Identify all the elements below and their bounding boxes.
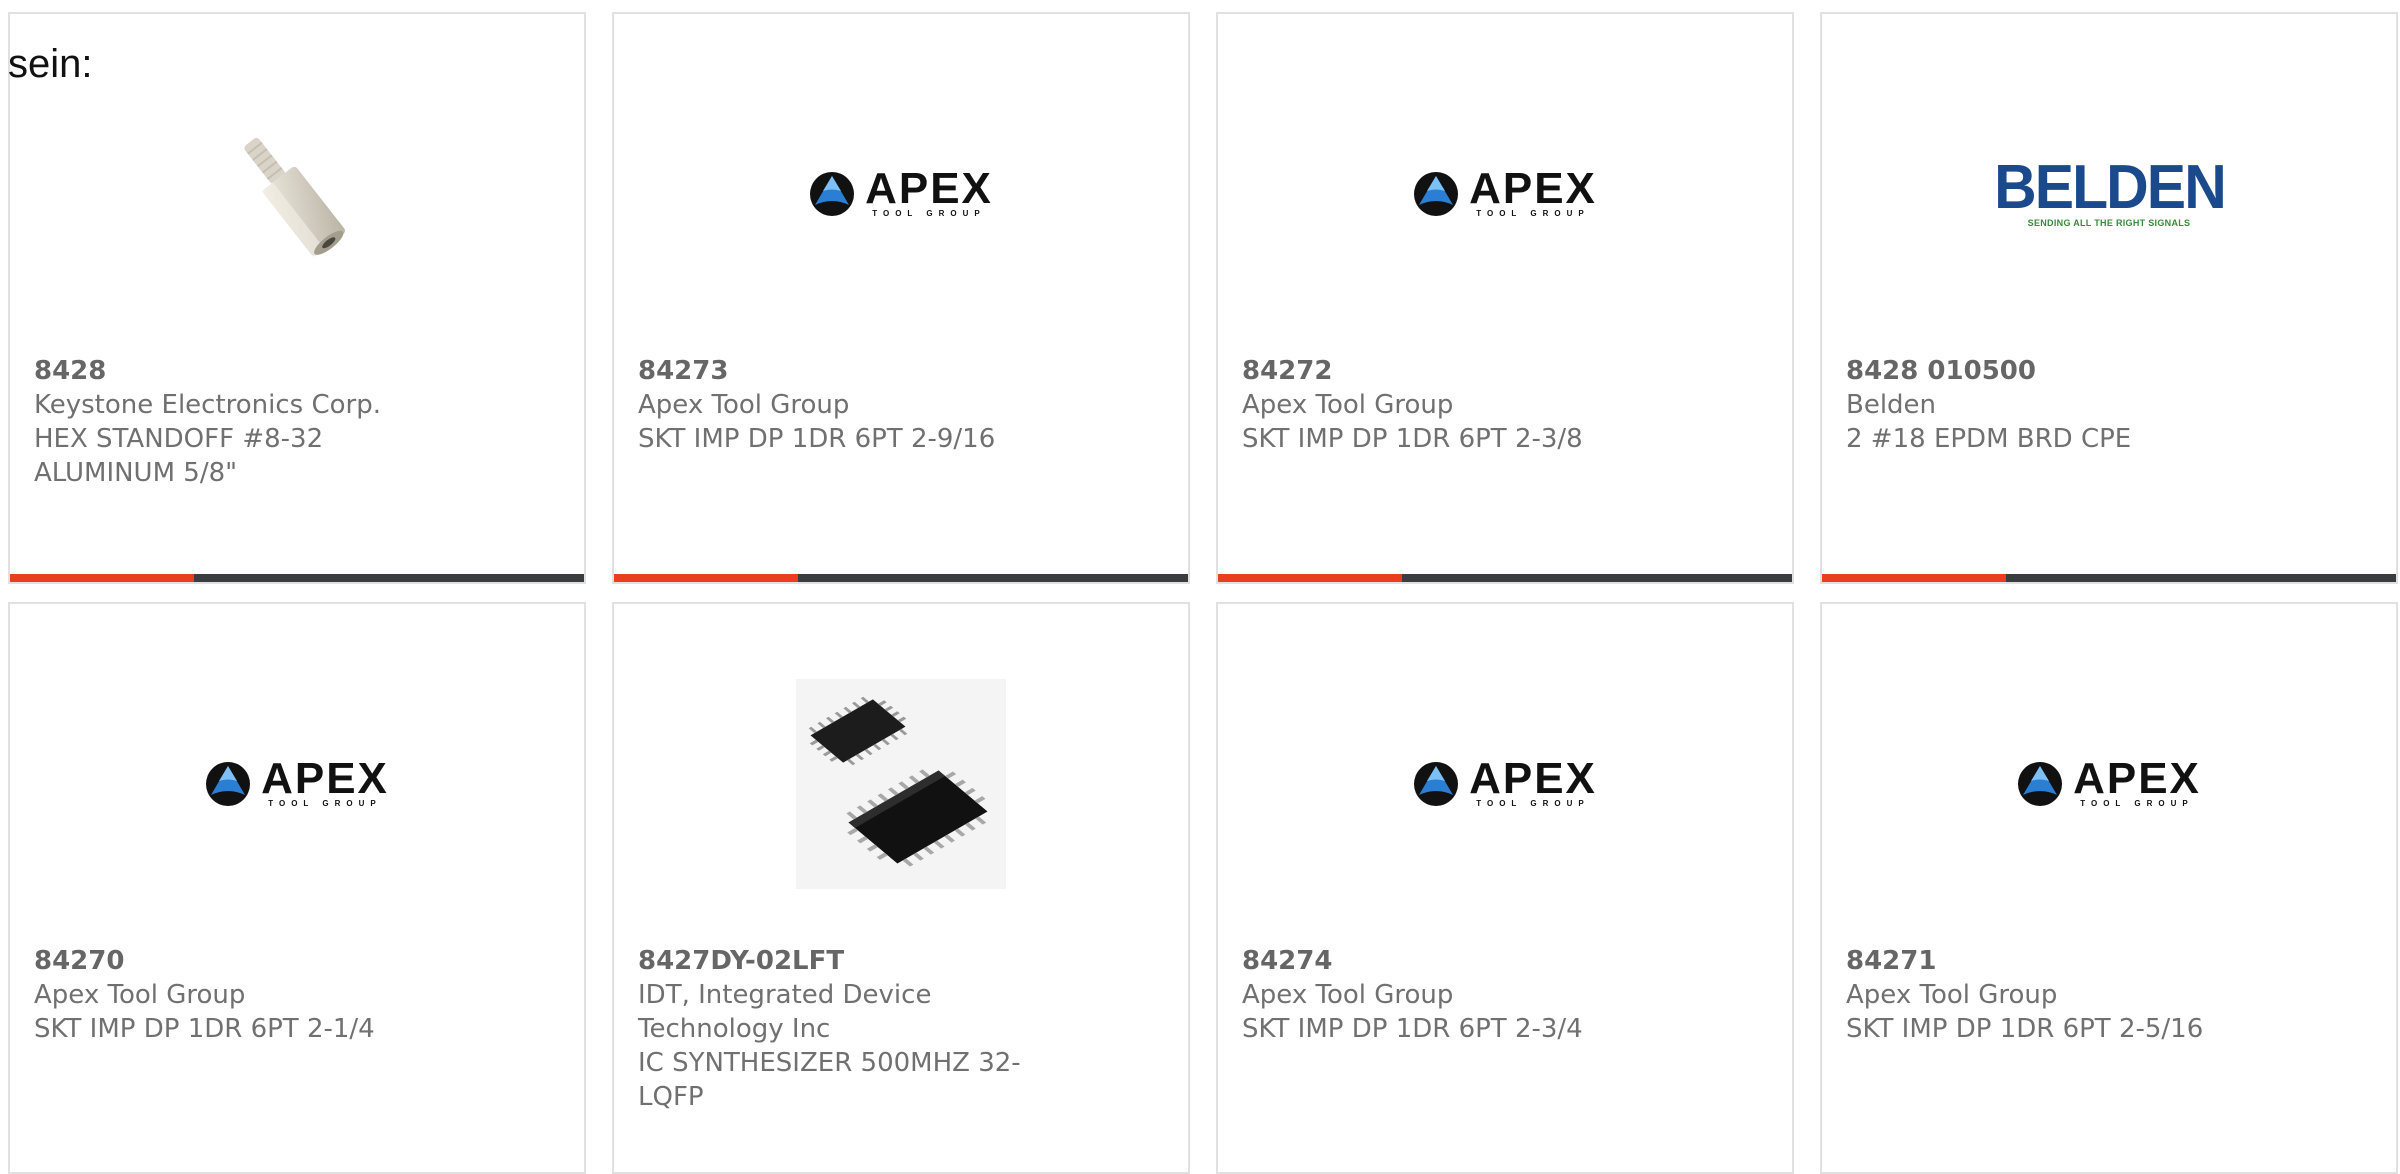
manufacturer: Apex Tool Group xyxy=(638,390,850,420)
product-info: 84270 Apex Tool Group SKT IMP DP 1DR 6PT… xyxy=(34,944,494,1046)
belden-logo: BELDEN SENDING ALL THE RIGHT SIGNALS xyxy=(1993,153,2227,229)
apex-tool-group-logo: APEX TOOL GROUP xyxy=(1413,167,1597,219)
manufacturer: Belden xyxy=(1846,390,1937,420)
apex-mark-icon xyxy=(1414,762,1459,806)
manufacturer: Keystone Electronics Corp. xyxy=(34,390,382,420)
product-image[interactable]: BELDEN SENDING ALL THE RIGHT SIGNALS xyxy=(1822,74,2396,314)
product-image[interactable]: APEX TOOL GROUP xyxy=(1218,74,1792,314)
product-card[interactable]: 8427DY-02LFT IDT, Integrated Device Tech… xyxy=(612,602,1190,1174)
product-card[interactable]: 8428 Keystone Electronics Corp. HEX STAN… xyxy=(8,12,586,584)
progress-fill xyxy=(10,574,194,582)
apex-mark-icon xyxy=(206,762,251,806)
apex-tool-group-logo: APEX TOOL GROUP xyxy=(1413,757,1597,809)
lead-text: sein: xyxy=(8,42,93,86)
progress-fill xyxy=(614,574,798,582)
product-image[interactable] xyxy=(10,74,584,314)
product-card[interactable]: BELDEN SENDING ALL THE RIGHT SIGNALS 842… xyxy=(1820,12,2398,584)
progress-bar xyxy=(10,574,584,582)
part-number[interactable]: 84272 xyxy=(1242,354,1702,388)
apex-tool-group-logo: APEX TOOL GROUP xyxy=(205,757,389,809)
description: SKT IMP DP 1DR 6PT 2-3/4 xyxy=(1242,1014,1583,1044)
apex-mark-icon xyxy=(2018,762,2063,806)
product-info: 84272 Apex Tool Group SKT IMP DP 1DR 6PT… xyxy=(1242,354,1702,456)
product-info: 8428 010500 Belden 2 #18 EPDM BRD CPE xyxy=(1846,354,2306,456)
manufacturer: Apex Tool Group xyxy=(1242,390,1454,420)
apex-tool-group-logo: APEX TOOL GROUP xyxy=(2017,757,2201,809)
progress-bar xyxy=(1822,574,2396,582)
description: SKT IMP DP 1DR 6PT 2-5/16 xyxy=(1846,1014,2204,1044)
part-number[interactable]: 84273 xyxy=(638,354,1098,388)
description: SKT IMP DP 1DR 6PT 2-1/4 xyxy=(34,1014,375,1044)
product-card[interactable]: APEX TOOL GROUP 84273 Apex Tool Group SKT… xyxy=(612,12,1190,584)
part-number[interactable]: 8428 010500 xyxy=(1846,354,2306,388)
product-card[interactable]: APEX TOOL GROUP 84270 Apex Tool Group SKT… xyxy=(8,602,586,1174)
product-info: 8427DY-02LFT IDT, Integrated Device Tech… xyxy=(638,944,1098,1114)
description: SKT IMP DP 1DR 6PT 2-3/8 xyxy=(1242,424,1583,454)
part-number[interactable]: 84271 xyxy=(1846,944,2306,978)
part-number[interactable]: 8427DY-02LFT xyxy=(638,944,1098,978)
product-card[interactable]: APEX TOOL GROUP 84272 Apex Tool Group SKT… xyxy=(1216,12,1794,584)
progress-fill xyxy=(1218,574,1402,582)
progress-bar xyxy=(1218,574,1792,582)
lqfp-chip-image xyxy=(796,679,1006,889)
description: 2 #18 EPDM BRD CPE xyxy=(1846,424,2132,454)
product-image[interactable]: APEX TOOL GROUP xyxy=(614,74,1188,314)
product-image[interactable] xyxy=(614,664,1188,904)
manufacturer: Apex Tool Group xyxy=(1242,980,1454,1010)
product-image[interactable]: APEX TOOL GROUP xyxy=(1822,664,2396,904)
part-number[interactable]: 84274 xyxy=(1242,944,1702,978)
product-card[interactable]: APEX TOOL GROUP 84274 Apex Tool Group SKT… xyxy=(1216,602,1794,1174)
manufacturer: Apex Tool Group xyxy=(1846,980,2058,1010)
description: SKT IMP DP 1DR 6PT 2-9/16 xyxy=(638,424,996,454)
description: IC SYNTHESIZER 500MHZ 32-LQFP xyxy=(638,1048,1021,1112)
apex-mark-icon xyxy=(810,172,855,216)
part-number[interactable]: 8428 xyxy=(34,354,494,388)
progress-fill xyxy=(1822,574,2006,582)
product-card[interactable]: APEX TOOL GROUP 84271 Apex Tool Group SKT… xyxy=(1820,602,2398,1174)
description: HEX STANDOFF #8-32 ALUMINUM 5/8" xyxy=(34,424,324,488)
progress-bar xyxy=(614,574,1188,582)
part-number[interactable]: 84270 xyxy=(34,944,494,978)
hex-standoff-image xyxy=(244,137,345,258)
product-info: 84274 Apex Tool Group SKT IMP DP 1DR 6PT… xyxy=(1242,944,1702,1046)
product-info: 84273 Apex Tool Group SKT IMP DP 1DR 6PT… xyxy=(638,354,1098,456)
product-info: 84271 Apex Tool Group SKT IMP DP 1DR 6PT… xyxy=(1846,944,2306,1046)
product-info: 8428 Keystone Electronics Corp. HEX STAN… xyxy=(34,354,494,490)
manufacturer: Apex Tool Group xyxy=(34,980,246,1010)
product-image[interactable]: APEX TOOL GROUP xyxy=(1218,664,1792,904)
manufacturer: IDT, Integrated Device Technology Inc xyxy=(638,980,932,1044)
apex-tool-group-logo: APEX TOOL GROUP xyxy=(809,167,993,219)
apex-mark-icon xyxy=(1414,172,1459,216)
product-image[interactable]: APEX TOOL GROUP xyxy=(10,664,584,904)
